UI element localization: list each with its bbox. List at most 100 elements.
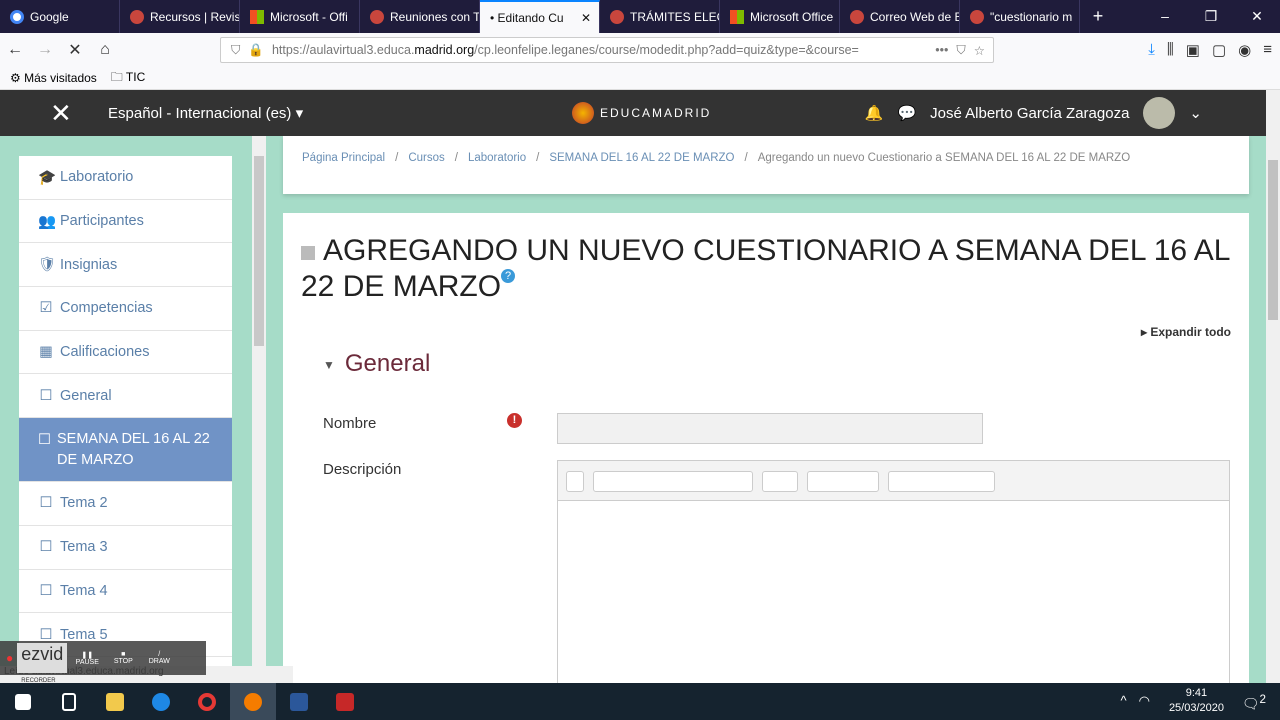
bookmark-mas-visitados[interactable]: ⚙ Más visitados (10, 71, 97, 85)
more-icon[interactable]: ••• (935, 43, 948, 57)
firefox-icon[interactable] (230, 683, 276, 720)
pause-button[interactable]: ❚❚ PAUSE (71, 651, 103, 666)
chevron-down-icon[interactable]: ⌄ (1189, 104, 1202, 122)
bookmark-tic[interactable]: 🗀 TIC (111, 68, 145, 89)
edge-icon[interactable] (138, 683, 184, 720)
breadcrumb-link[interactable]: Página Principal (302, 152, 385, 178)
browser-tab[interactable]: Microsoft - Offi (240, 0, 360, 33)
avatar[interactable] (1143, 97, 1176, 129)
library-icon[interactable]: ⫼ (1167, 41, 1174, 59)
toolbar-group-lists[interactable] (762, 471, 798, 492)
toolbar-group-links[interactable] (807, 471, 879, 492)
tray-chevron-icon[interactable]: ^ (1121, 693, 1127, 709)
required-icon: ! (507, 413, 522, 428)
ms-icon (250, 9, 264, 24)
home-icon[interactable]: ⌂ (90, 41, 120, 59)
ezvid-recorder: ● ezvid RECORDER ❚❚ PAUSE ■ STOP / DRAW (0, 641, 206, 684)
chat-icon[interactable]: 💬 (897, 104, 916, 122)
sidebar-item[interactable]: 🎓 Laboratorio (19, 156, 232, 200)
account-icon[interactable]: ◉ (1238, 41, 1251, 59)
moodle-icon (370, 9, 384, 24)
acrobat-icon[interactable] (322, 683, 368, 720)
tab-label: "cuestionario m (990, 9, 1073, 24)
browser-tab[interactable]: TRÁMITES ELECT (600, 0, 720, 33)
sidebar-item[interactable]: 🛡 Insignias (19, 243, 232, 288)
breadcrumb-separator: / (536, 152, 540, 164)
sidebar-item[interactable]: ☐ SEMANA DEL 16 AL 22 DE MARZO (19, 418, 232, 483)
pocket-icon[interactable]: ⛉ (956, 43, 965, 58)
file-explorer-icon[interactable] (92, 683, 138, 720)
toolbar-group-media[interactable] (888, 471, 995, 492)
notifications-icon[interactable]: 🗨2 (1242, 693, 1266, 713)
minimize-button[interactable]: – (1142, 0, 1188, 33)
word-icon[interactable] (276, 683, 322, 720)
browser-tab[interactable]: Reuniones con T (360, 0, 480, 33)
sidebar-scrollbar[interactable] (252, 136, 266, 683)
page-scrollbar[interactable] (1266, 90, 1280, 683)
toolbar-group-format[interactable] (593, 471, 753, 492)
browser-tab[interactable]: "cuestionario m (960, 0, 1080, 33)
browser-tab[interactable]: Microsoft Office (720, 0, 840, 33)
ezvid-logo: ezvid RECORDER (17, 643, 68, 684)
browser-tab[interactable]: Google (0, 0, 120, 33)
url-text: https://aulavirtual3.educa.madrid.org/cp… (271, 43, 859, 57)
educamadrid-logo[interactable]: EDUCAMADRID (572, 102, 711, 124)
logo-globe-icon (572, 102, 594, 124)
browser-tab[interactable]: Correo Web de E (840, 0, 960, 33)
wifi-icon[interactable]: ◠ (1139, 693, 1150, 709)
new-tab-button[interactable]: + (1080, 0, 1116, 33)
sidebar-item-icon: 🛡 (38, 257, 57, 274)
sidebar-item[interactable]: ☐ Tema 3 (19, 526, 232, 570)
url-bar[interactable]: ⛉ 🔒 https://aulavirtual3.educa.madrid.org… (220, 37, 994, 63)
download-icon[interactable]: ⤓ (1148, 41, 1155, 59)
section-general-toggle[interactable]: ▼ General (323, 350, 430, 378)
sidebar-item-icon: ☐ (39, 495, 53, 512)
draw-button[interactable]: / DRAW (143, 651, 175, 665)
task-view-icon[interactable] (46, 683, 92, 720)
clock[interactable]: 9:41 25/03/2020 (1169, 686, 1224, 716)
recording-dot-icon: ● (6, 651, 14, 665)
toolbar-toggle-button[interactable] (566, 471, 584, 492)
extension-icon[interactable]: ▢ (1212, 41, 1226, 59)
nombre-label: Nombre (323, 415, 377, 432)
sidebar-item[interactable]: ▦ Calificaciones (19, 331, 232, 375)
bell-icon[interactable]: 🔔 (865, 104, 884, 122)
sidebar-item[interactable]: ☐ Tema 4 (19, 570, 232, 614)
breadcrumb-link[interactable]: Cursos (408, 152, 444, 178)
user-name[interactable]: José Alberto García Zaragoza (930, 105, 1129, 122)
editor-toolbar (558, 461, 1229, 501)
sidebar-item[interactable]: ☐ Tema 2 (19, 482, 232, 526)
help-icon[interactable]: ? (501, 269, 516, 283)
sidebar-item[interactable]: 👥 Participantes (19, 200, 232, 244)
close-window-button[interactable]: ✕ (1234, 0, 1280, 33)
menu-icon[interactable]: ≡ (1263, 41, 1272, 59)
breadcrumb-link[interactable]: SEMANA DEL 16 AL 22 DE MARZO (549, 152, 734, 178)
browser-tab[interactable]: Recursos | Revist (120, 0, 240, 33)
page-content: 🎓 Laboratorio 👥 Participantes 🛡 Insignias ☑ Com… (0, 136, 1266, 683)
opera-icon[interactable] (184, 683, 230, 720)
stop-button[interactable]: ■ STOP (107, 651, 139, 665)
browser-tab[interactable]: • Editando Cu ✕ (480, 0, 600, 33)
moodle-icon (970, 9, 984, 24)
forward-icon[interactable]: → (30, 41, 60, 59)
maximize-button[interactable]: ❐ (1188, 0, 1234, 33)
bookmarks-bar: ⚙ Más visitados 🗀 TIC (0, 67, 1280, 90)
close-tab-icon[interactable]: ✕ (581, 11, 591, 25)
nombre-input[interactable] (557, 413, 983, 444)
start-button[interactable] (0, 683, 46, 720)
bookmark-star-icon[interactable]: ☆ (974, 43, 985, 58)
site-header: ✕ Español - Internacional (es) ▾ EDUCAMA… (0, 90, 1266, 136)
description-editor[interactable] (557, 460, 1230, 683)
moodle-icon (850, 9, 864, 24)
language-menu[interactable]: Español - Internacional (es) ▾ (108, 104, 303, 122)
stop-loading-icon[interactable]: ✕ (60, 40, 90, 60)
sidebar-item-icon: ☐ (38, 432, 51, 449)
sidebar-icon[interactable]: ▣ (1186, 41, 1200, 59)
tab-label: Recursos | Revist (150, 9, 240, 24)
back-icon[interactable]: ← (0, 41, 30, 59)
sidebar-item[interactable]: ☑ Competencias (19, 287, 232, 331)
breadcrumb-link[interactable]: Laboratorio (468, 152, 526, 178)
sidebar-item[interactable]: ☐ General (19, 374, 232, 419)
close-drawer-icon[interactable]: ✕ (50, 98, 90, 129)
expand-all-link[interactable]: ▸ Expandir todo (1141, 325, 1231, 339)
